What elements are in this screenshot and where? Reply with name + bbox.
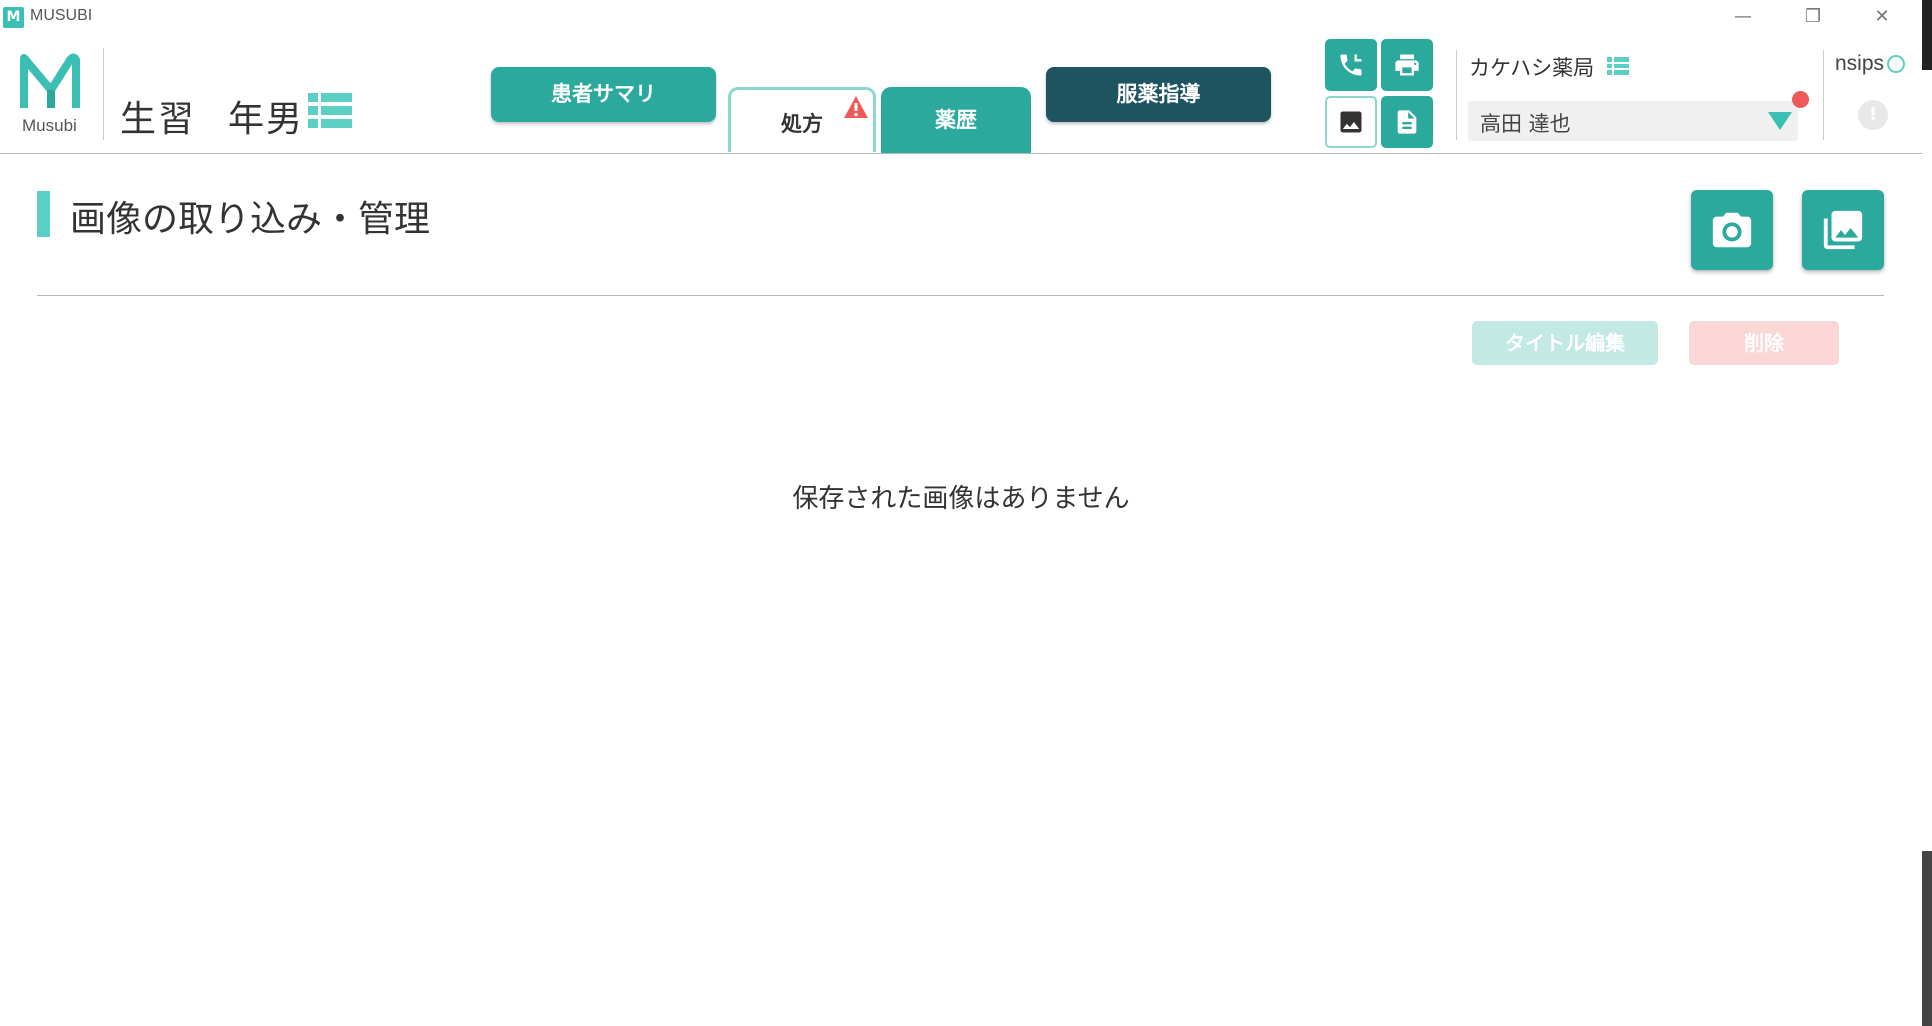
logo-text: Musubi xyxy=(22,116,77,135)
chevron-down-icon[interactable] xyxy=(1768,112,1792,130)
empty-state-message: 保存された画像はありません xyxy=(792,484,1130,514)
minimize-button[interactable]: — xyxy=(1713,0,1773,34)
header-divider-line xyxy=(0,153,1922,154)
header-divider xyxy=(103,48,104,140)
image-icon xyxy=(1340,111,1362,133)
window-titlebar xyxy=(0,0,1932,34)
pharmacist-name: 高田 達也 xyxy=(1480,112,1571,136)
pharmacist-select[interactable]: 高田 達也 xyxy=(1468,101,1798,141)
restore-button[interactable]: ❐ xyxy=(1783,0,1843,34)
gallery-icon xyxy=(1823,210,1863,250)
tab-patient-summary[interactable]: 患者サマリ xyxy=(491,67,716,122)
pharmacy-list-icon[interactable] xyxy=(1607,57,1629,75)
patient-name: 生習 xyxy=(120,99,197,140)
phone-icon xyxy=(1340,54,1362,76)
print-button[interactable] xyxy=(1381,39,1433,91)
header-divider-2 xyxy=(1456,50,1457,140)
content-divider xyxy=(37,295,1884,296)
notification-dot xyxy=(1792,91,1809,108)
patient-list-icon[interactable] xyxy=(308,93,352,129)
camera-icon xyxy=(1712,212,1752,248)
window-title: MUSUBI xyxy=(30,7,93,24)
nsips-label: nsips xyxy=(1835,52,1885,75)
info-icon[interactable]: ! xyxy=(1858,100,1888,130)
close-button[interactable]: ✕ xyxy=(1852,0,1912,34)
edit-title-button[interactable]: タイトル編集 xyxy=(1472,321,1658,365)
print-icon xyxy=(1395,54,1419,76)
document-button[interactable] xyxy=(1381,96,1433,148)
title-accent-bar xyxy=(37,191,50,237)
pharmacy-name: カケハシ薬局 xyxy=(1469,56,1595,80)
warning-icon xyxy=(844,96,868,118)
musubi-logo-icon xyxy=(20,53,80,108)
scrollbar-top-segment[interactable] xyxy=(1922,0,1932,70)
document-icon xyxy=(1397,110,1417,134)
patient-age-gender: 年男 xyxy=(228,99,305,140)
app-icon: M xyxy=(3,7,24,28)
header-divider-3 xyxy=(1823,50,1824,140)
page-title: 画像の取り込み・管理 xyxy=(70,199,431,240)
phone-button[interactable] xyxy=(1325,39,1377,91)
scrollbar-thumb[interactable] xyxy=(1922,851,1932,1026)
image-button[interactable] xyxy=(1325,96,1377,148)
nsips-status-icon xyxy=(1887,55,1905,73)
gallery-button[interactable] xyxy=(1802,190,1884,270)
delete-button[interactable]: 削除 xyxy=(1689,321,1839,365)
tab-medication-history[interactable]: 薬歴 xyxy=(881,87,1031,154)
camera-button[interactable] xyxy=(1691,190,1773,270)
tab-medication-guidance[interactable]: 服薬指導 xyxy=(1046,67,1271,122)
